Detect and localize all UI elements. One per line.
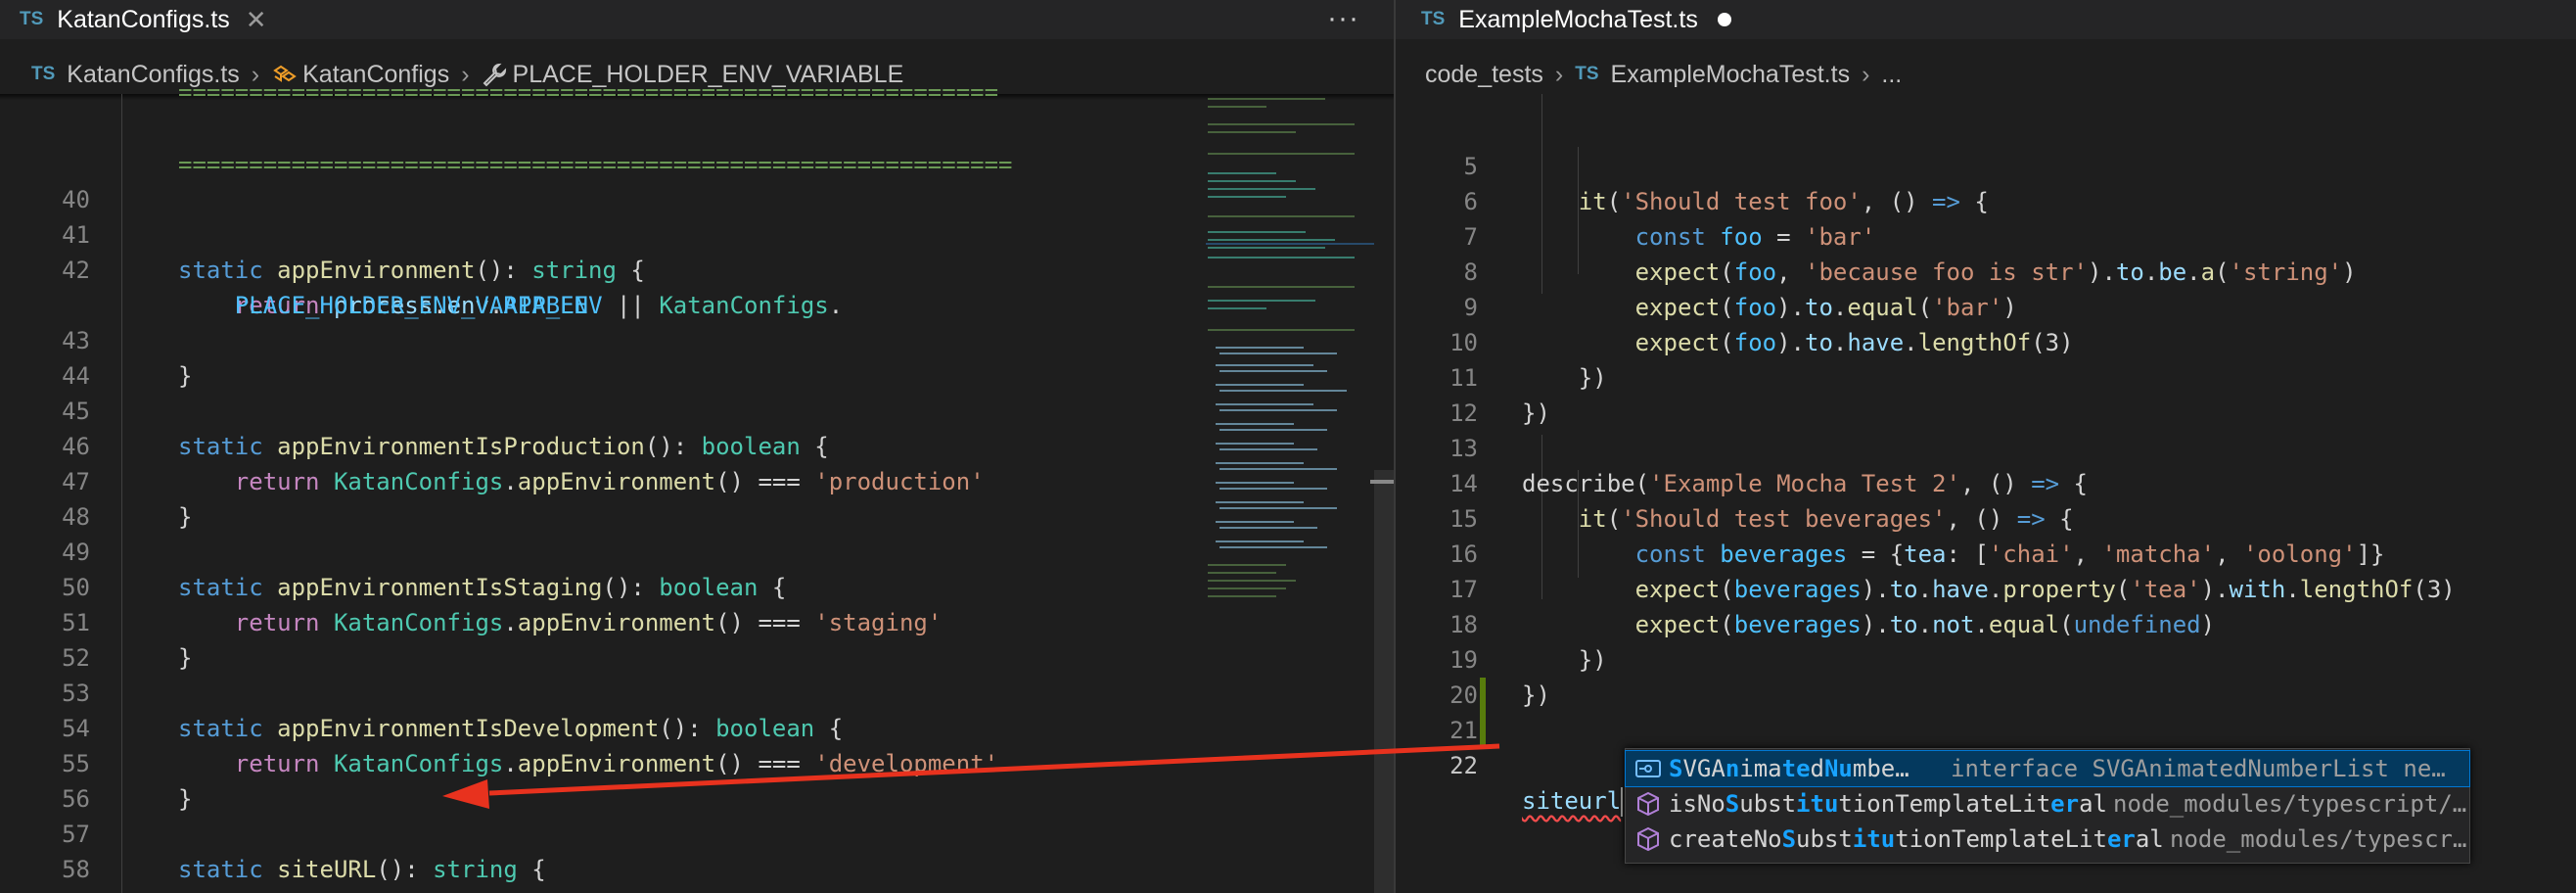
code-line: 42 return process.env.APP_ENV || KatanCo… [62, 257, 844, 319]
left-editor-pane[interactable]: TS KatanConfigs.ts ✕ ··· TS KatanConfigs… [0, 0, 1394, 893]
suggestion-item[interactable]: isNoSubstitutionTemplateLiteral node_mod… [1626, 786, 2469, 822]
chevron-right-icon: › [1554, 60, 1564, 88]
ts-file-icon: TS [31, 64, 56, 84]
unsaved-dot-icon[interactable] [1717, 13, 1731, 26]
code-line: PLACE_HOLDER_ENV_VARIABLE [234, 292, 589, 319]
suggestion-detail: interface SVGAnimatedNumberList ne… [1951, 755, 2446, 782]
code-line: 8 expect(foo).to.equal('bar') [1463, 258, 2017, 321]
code-line: 18 }) [1449, 611, 1607, 674]
code-line: 41 static appEnvironment(): string { [62, 221, 645, 284]
code-line: 6 const foo = 'bar' [1463, 188, 1876, 251]
code-line: 58 return process.env.SITE_URL || KatanC… [62, 856, 857, 893]
code-line: 15 const beverages = {tea: ['chai', 'mat… [1449, 505, 2385, 568]
autocomplete-suggestions[interactable]: SVGAnimatedNumbe… interface SVGAnimatedN… [1625, 748, 2470, 864]
code-line: 48 [62, 503, 90, 531]
typed-text[interactable]: siteurl [1522, 787, 1621, 815]
suggestion-label: SVGAnimatedNumbe… [1669, 755, 1909, 782]
code-line: 19 }) [1449, 646, 1550, 709]
code-line: 55 } [62, 750, 193, 813]
code-line: 10 }) [1449, 329, 1607, 392]
suggestion-label: createNoSubstitutionTemplateLiteral [1669, 825, 2164, 853]
text-cursor [1621, 787, 1624, 817]
code-line: 44 [62, 362, 90, 390]
code-line: 12 [1449, 400, 1478, 427]
code-line: 47 } [62, 468, 193, 531]
close-icon[interactable]: ✕ [246, 5, 267, 35]
method-icon [1637, 826, 1659, 852]
minimap[interactable] [1206, 94, 1374, 623]
tab-examplemochatest[interactable]: TS ExampleMochaTest.ts [1421, 0, 1731, 39]
code-line: 5 it('Should test foo', () => { [1463, 153, 1989, 215]
code-line: 43 } [62, 327, 193, 390]
code-line-current[interactable]: 22 siteurl [1396, 713, 2576, 817]
ts-file-icon: TS [20, 9, 44, 29]
code-line: 51 } [62, 609, 193, 672]
code-line: 17 expect(beverages).to.not.equal(undefi… [1449, 576, 2216, 638]
code-line: 53 static appEnvironmentIsDevelopment():… [62, 680, 844, 742]
code-line: 20 [1449, 682, 1478, 709]
breadcrumb: code_tests › TS ExampleMochaTest.ts › ..… [1396, 55, 2576, 94]
code-line: 56 [62, 785, 90, 813]
code-line: 40 [62, 186, 90, 213]
suggestion-item[interactable]: SVGAnimatedNumbe… interface SVGAnimatedN… [1625, 750, 2470, 787]
more-actions-icon[interactable]: ··· [1327, 2, 1359, 35]
vertical-scrollbar[interactable] [1374, 470, 1394, 893]
code-line: 13 describe('Example Mocha Test 2', () =… [1449, 435, 2088, 497]
scrollbar-position-marker [1370, 480, 1394, 484]
code-line: 49 static appEnvironmentIsStaging(): boo… [62, 539, 787, 601]
method-icon [1637, 791, 1659, 817]
code-line: 50 return KatanConfigs.appEnvironment() … [62, 574, 943, 636]
right-tab-bar: TS ExampleMochaTest.ts [1396, 0, 2576, 39]
code-line: 45 static appEnvironmentIsProduction(): … [62, 398, 829, 460]
left-tab-bar: TS KatanConfigs.ts ✕ ··· [0, 0, 1394, 39]
ts-file-icon: TS [1575, 64, 1599, 84]
suggestion-item[interactable]: createNoSubstitutionTemplateLiteral node… [1626, 822, 2469, 857]
code-line: 9 expect(foo).to.have.lengthOf(3) [1463, 294, 2074, 356]
breadcrumb-ellipsis[interactable]: ... [1881, 61, 1902, 89]
breadcrumb-folder[interactable]: code_tests [1425, 61, 1543, 89]
git-added-gutter-marker [1480, 678, 1486, 748]
code-line: 52 [62, 644, 90, 672]
code-line: 54 return KatanConfigs.appEnvironment() … [62, 715, 999, 777]
chevron-right-icon: › [1862, 60, 1870, 88]
interface-icon [1635, 760, 1661, 777]
code-line: ========================================… [0, 112, 1394, 178]
suggestion-detail: node_modules/typescript/… [2113, 790, 2467, 818]
code-line: 7 expect(foo, 'because foo is str').to.b… [1463, 223, 2357, 286]
breadcrumb-file[interactable]: ExampleMochaTest.ts [1611, 61, 1851, 89]
tab-label: KatanConfigs.ts [57, 5, 230, 33]
suggestion-label: isNoSubstitutionTemplateLiteral [1669, 790, 2107, 818]
code-line: 57 static siteURL(): string { [62, 821, 546, 883]
code-line: 16 expect(beverages).to.have.property('t… [1449, 540, 2456, 603]
code-line: 46 return KatanConfigs.appEnvironment() … [62, 433, 985, 495]
ts-file-icon: TS [1421, 9, 1446, 29]
code-line: PLACE_HOLDER_ENV_VARIABLE [0, 852, 1394, 893]
code-line: 21 [1449, 717, 1478, 744]
tab-label: ExampleMochaTest.ts [1458, 5, 1698, 33]
suggestion-detail: node_modules/typescr… [2170, 825, 2467, 853]
code-line: 14 it('Should test beverages', () => { [1449, 470, 2074, 533]
code-line: 11 }) [1449, 364, 1550, 427]
tab-katanconfigs[interactable]: TS KatanConfigs.ts ✕ [20, 0, 267, 39]
